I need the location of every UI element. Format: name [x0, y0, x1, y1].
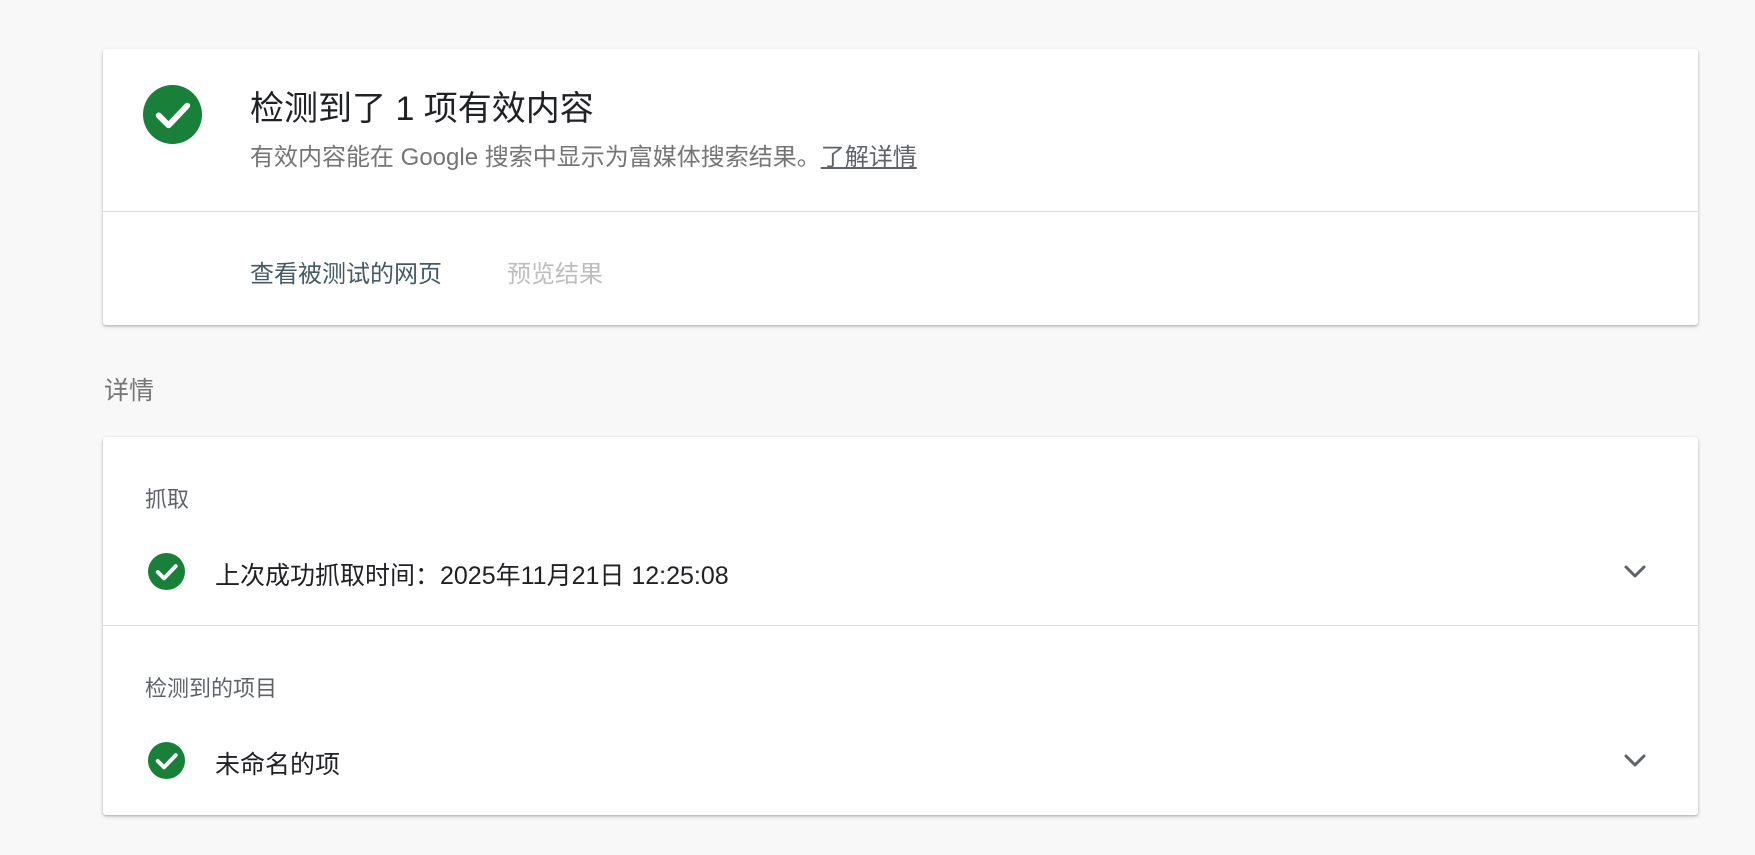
- summary-description: 有效内容能在 Google 搜索中显示为富媒体搜索结果。了解详情: [250, 137, 917, 172]
- chevron-down-icon[interactable]: [1622, 748, 1648, 774]
- summary-actions: 查看被测试的网页 预览结果: [103, 212, 1698, 325]
- summary-header: 检测到了 1 项有效内容 有效内容能在 Google 搜索中显示为富媒体搜索结果…: [103, 49, 1698, 212]
- detected-item-row[interactable]: 未命名的项: [103, 731, 1698, 791]
- details-heading: 详情: [104, 377, 155, 405]
- check-circle-icon: [148, 742, 185, 779]
- detected-items-label: 检测到的项目: [145, 676, 278, 701]
- check-circle-icon: [143, 85, 202, 144]
- summary-description-text: 有效内容能在 Google 搜索中显示为富媒体搜索结果。: [250, 144, 821, 171]
- view-tested-page-button[interactable]: 查看被测试的网页: [250, 254, 442, 289]
- crawl-label: 抓取: [145, 487, 190, 512]
- detected-items-section: 检测到的项目 未命名的项: [103, 626, 1698, 815]
- crawl-status-row[interactable]: 上次成功抓取时间：2025年11月21日 12:25:08: [103, 542, 1698, 602]
- crawl-section: 抓取 上次成功抓取时间：2025年11月21日 12:25:08: [103, 437, 1698, 626]
- summary-card: 检测到了 1 项有效内容 有效内容能在 Google 搜索中显示为富媒体搜索结果…: [103, 49, 1698, 325]
- chevron-down-icon[interactable]: [1622, 559, 1648, 585]
- crawl-status-text: 上次成功抓取时间：2025年11月21日 12:25:08: [215, 562, 729, 590]
- check-circle-icon: [148, 553, 185, 590]
- detected-item-text: 未命名的项: [215, 751, 341, 779]
- summary-title: 检测到了 1 项有效内容: [250, 90, 594, 128]
- preview-results-button[interactable]: 预览结果: [507, 254, 603, 289]
- details-card: 抓取 上次成功抓取时间：2025年11月21日 12:25:08 检测到的项目 …: [103, 437, 1698, 815]
- learn-more-link[interactable]: 了解详情: [821, 144, 917, 171]
